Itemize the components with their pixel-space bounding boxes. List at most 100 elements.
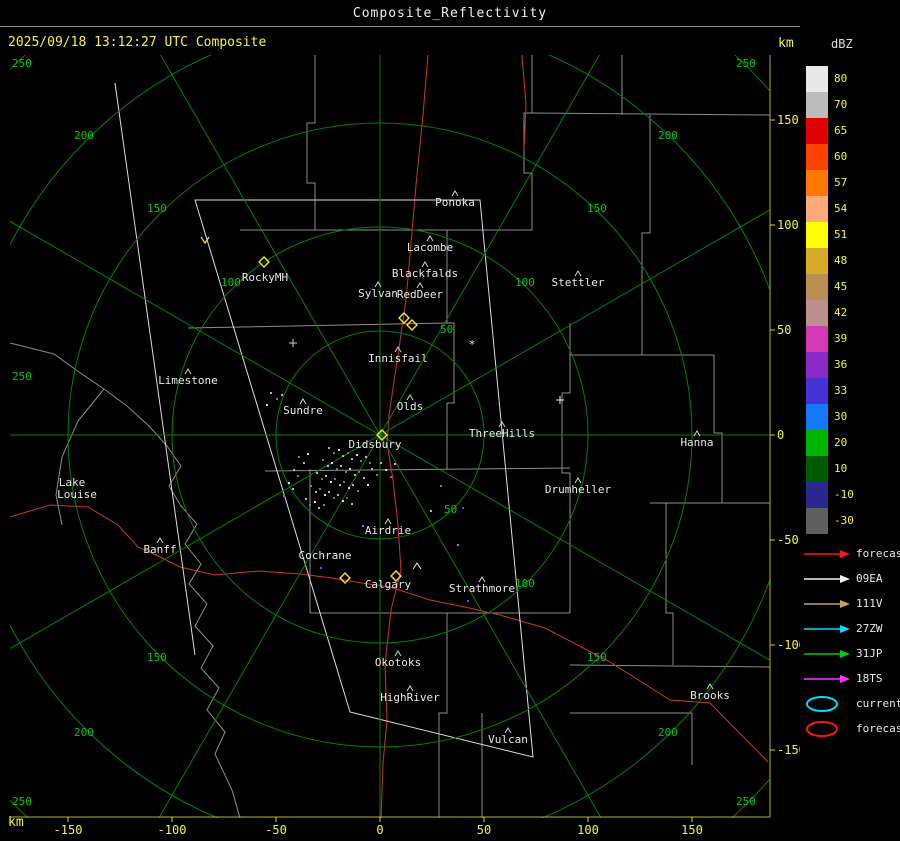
echo-pixel	[346, 497, 348, 499]
range-label: 150	[587, 202, 607, 215]
echo-pixel	[276, 398, 278, 400]
echo-pixel	[327, 465, 329, 467]
echo-pixel	[303, 462, 305, 464]
city-label: Strathmore	[449, 582, 515, 595]
track-arrow-icon	[804, 575, 850, 583]
echo-pixel	[390, 476, 392, 478]
echo-pixel	[330, 481, 332, 483]
colorbar-swatch	[806, 430, 828, 456]
echo-pixel	[283, 495, 285, 497]
colorbar-label: 45	[834, 280, 848, 293]
city-label: RockyMH	[242, 271, 288, 284]
legend-item-label: forecast	[856, 722, 900, 735]
track-arrow-icon	[804, 600, 850, 608]
echo-pixel	[351, 503, 353, 505]
colorbar-swatch	[806, 300, 828, 326]
echo-pixel	[339, 484, 341, 486]
echo-pixel	[343, 481, 345, 483]
echo-pixel	[385, 469, 387, 471]
range-label: 250	[12, 57, 32, 70]
colorbar-label: 51	[834, 228, 848, 241]
echo-pixel	[316, 472, 318, 474]
radar-map-display[interactable]: 250 200 150 100 250 200 150 100 50 50 250 250 200 150…	[10, 55, 800, 841]
track-arrow-icon	[804, 650, 850, 658]
echo-pixel	[324, 494, 326, 496]
radar-coverage-outline	[114, 82, 534, 758]
colorbar-swatch	[806, 456, 828, 482]
colorbar-swatch	[806, 144, 828, 170]
echo-pixel	[467, 600, 469, 602]
legend-item: forecast	[800, 544, 900, 566]
legend-item: 111V	[800, 594, 900, 616]
right-axis-tick-label: 50	[777, 323, 791, 337]
site-marker-diamond	[406, 319, 418, 331]
echo-pixel	[336, 468, 338, 470]
echo-pixel	[349, 468, 351, 470]
echo-pixel	[348, 487, 350, 489]
colorbar-label: -30	[834, 514, 854, 527]
right-axis-tick-label: 100	[777, 218, 799, 232]
storm-ellipse-icon	[806, 696, 838, 712]
echo-pixel	[338, 449, 340, 451]
echo-pixel	[315, 491, 317, 493]
legend-item: 09EA	[800, 569, 900, 591]
echo-pixel	[333, 497, 335, 499]
echo-pixel	[440, 485, 442, 487]
colorbar-swatch	[806, 482, 828, 508]
echo-pixel	[462, 507, 464, 509]
echo-pixel	[319, 488, 321, 490]
colorbar-label: 36	[834, 358, 848, 371]
city-label: Stettler	[552, 276, 605, 289]
city-label: Louise	[57, 488, 97, 501]
echo-pixel	[298, 456, 300, 458]
colorbar-swatch	[806, 352, 828, 378]
asterisk-marker: *	[469, 338, 476, 351]
legend-item-label: current	[856, 697, 900, 710]
city-label: Brooks	[690, 689, 730, 702]
colorbar-swatch	[806, 508, 828, 534]
legend-item-label: 111V	[856, 597, 883, 610]
range-label: 100	[221, 276, 241, 289]
legend-item: forecast	[800, 719, 900, 741]
echo-pixel	[365, 456, 367, 458]
echo-pixel	[320, 567, 322, 569]
echo-pixel	[266, 404, 268, 406]
echo-pixel	[292, 488, 294, 490]
right-axis-tick-label: -50	[777, 533, 799, 547]
colorbar-swatch	[806, 222, 828, 248]
timestamp-label: 2025/09/18 13:12:27 UTC Composite	[8, 35, 267, 50]
colorbar-label: 57	[834, 176, 848, 189]
colorbar-label: -10	[834, 488, 854, 501]
range-label: 200	[74, 726, 94, 739]
colorbar-swatch	[806, 66, 828, 92]
echo-pixel	[369, 462, 371, 464]
legend-item: 27ZW	[800, 619, 900, 641]
echo-pixel	[357, 490, 359, 492]
legend-item: current	[800, 694, 900, 716]
title-bar[interactable]: Composite_Reflectivity	[0, 0, 900, 27]
city-label: Olds	[397, 400, 424, 413]
echo-pixel	[376, 474, 378, 476]
echo-pixel	[297, 475, 299, 477]
colorbar-swatch	[806, 118, 828, 144]
colorbar-swatch	[806, 248, 828, 274]
colorbar-label: 65	[834, 124, 848, 137]
echo-pixel	[310, 485, 312, 487]
range-label: 150	[147, 202, 167, 215]
site-marker-diamond	[339, 572, 351, 584]
city-label: Didsbury	[349, 438, 402, 451]
right-axis-unit-label: km	[778, 36, 794, 51]
echo-pixel	[347, 452, 349, 454]
echo-pixel	[345, 471, 347, 473]
track-arrow-icon	[804, 550, 850, 558]
echo-pixel	[371, 468, 373, 470]
bottom-axis-tick-label: -50	[265, 823, 287, 837]
colorbar-label: 42	[834, 306, 848, 319]
colorbar-swatch	[806, 92, 828, 118]
bottom-axis-tick-label: -100	[158, 823, 187, 837]
echo-pixel	[430, 510, 432, 512]
range-label: 150	[147, 651, 167, 664]
echo-pixel	[360, 460, 362, 462]
plus-marker	[289, 339, 297, 347]
storm-ellipse-icon	[806, 721, 838, 737]
